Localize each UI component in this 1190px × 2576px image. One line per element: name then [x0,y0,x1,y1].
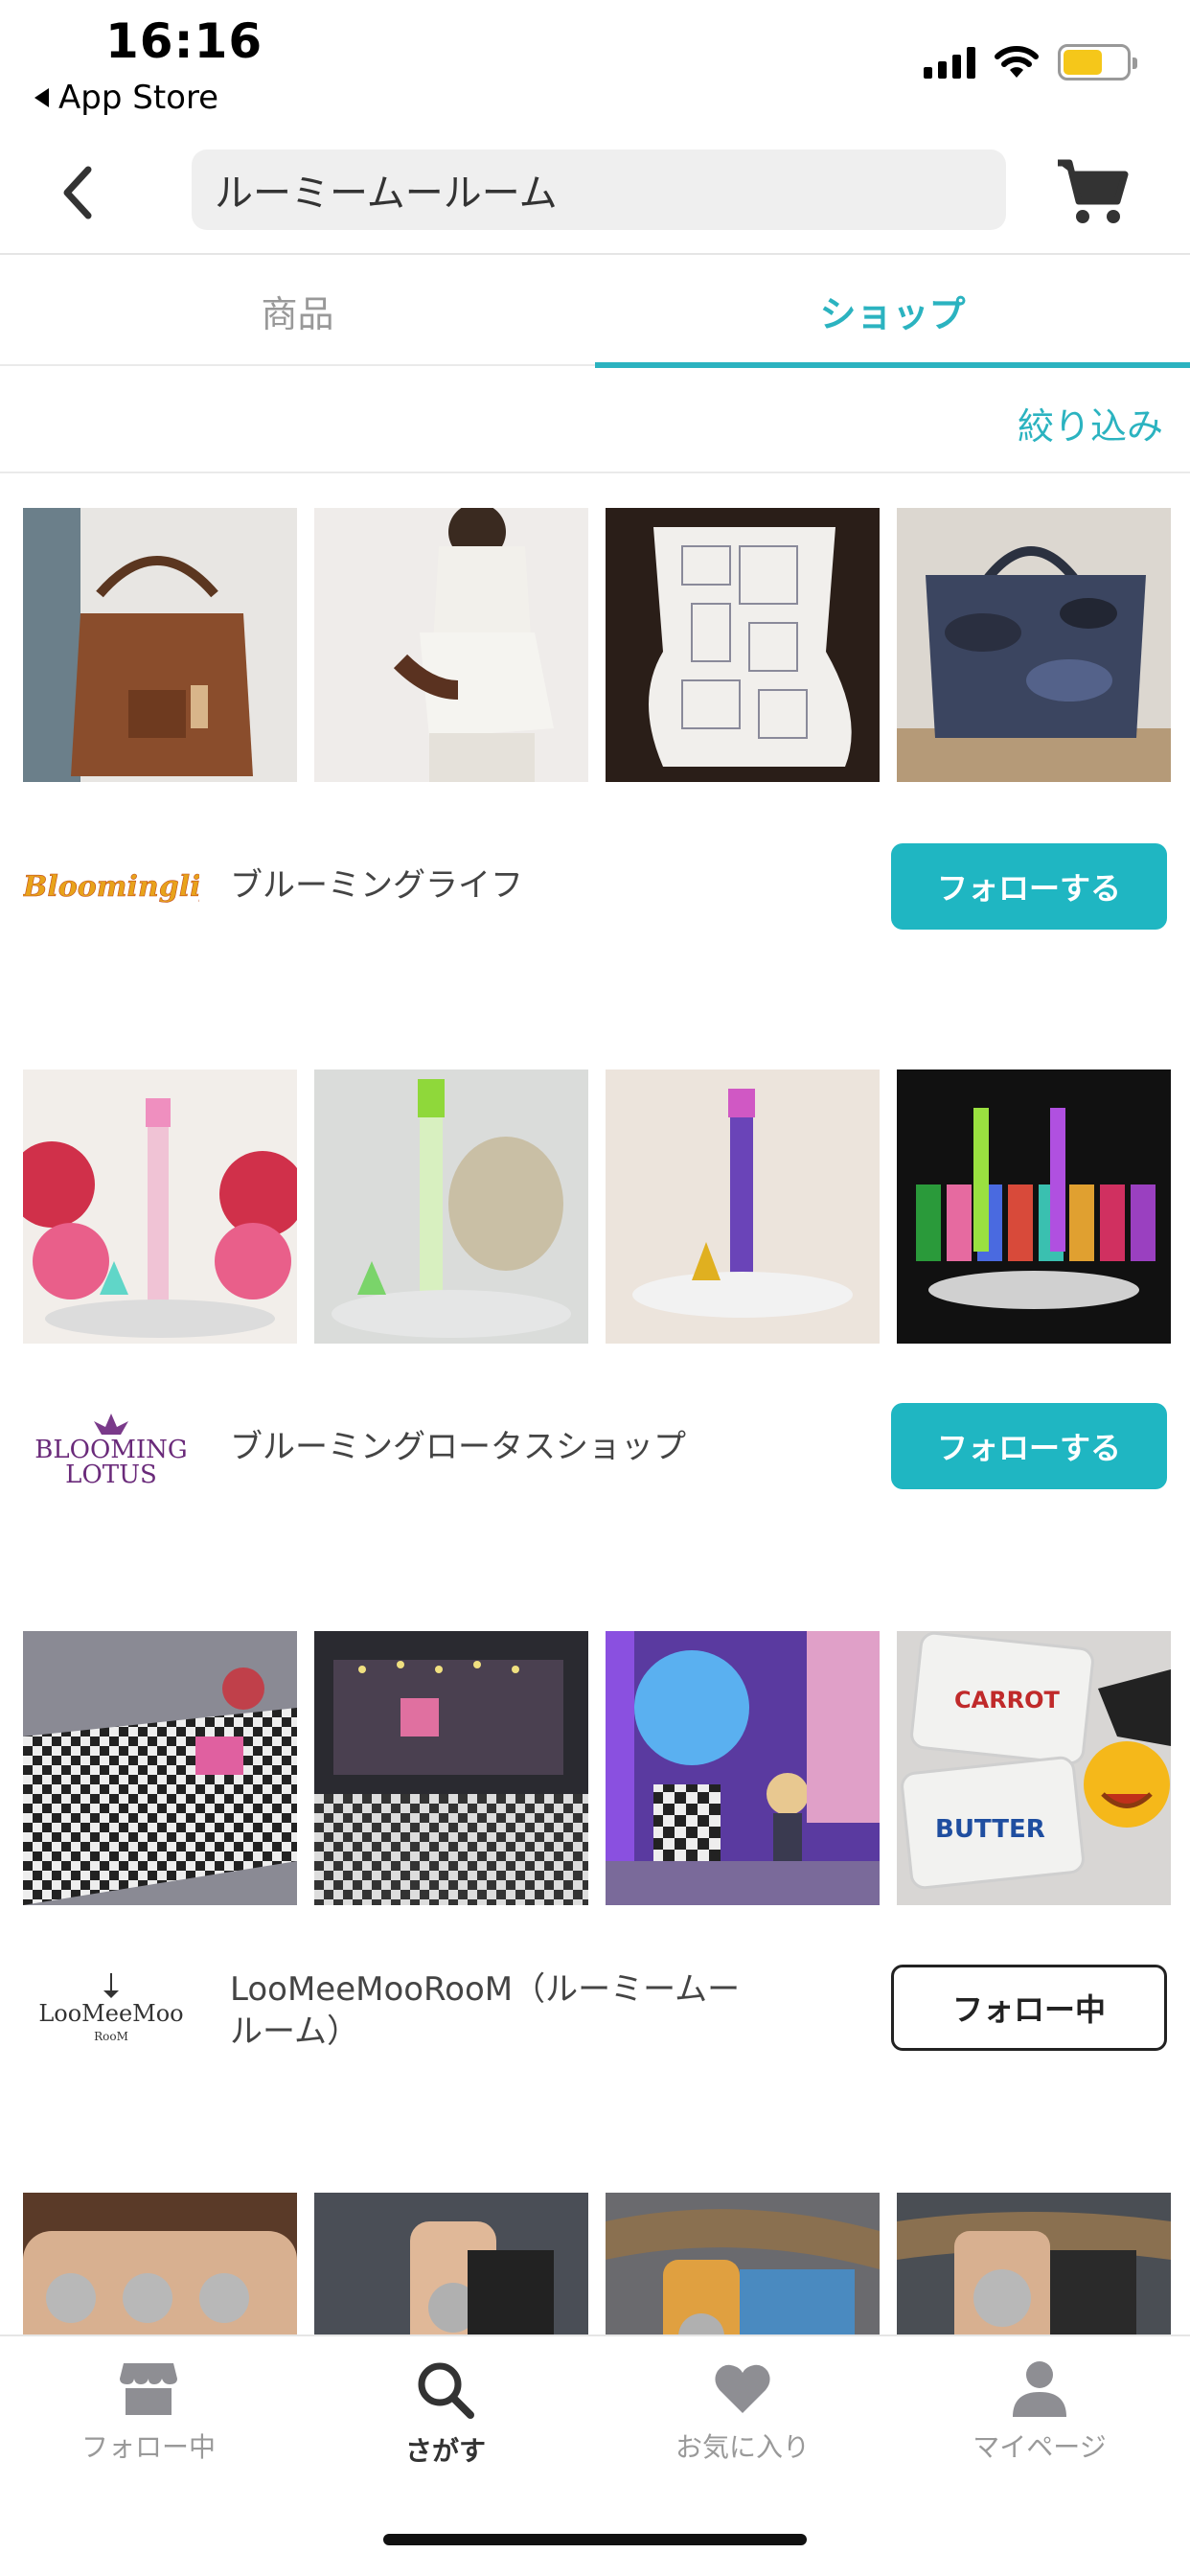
result-tabs: 商品 ショップ [0,255,1190,368]
back-to-app-store[interactable]: App Store [34,79,218,117]
back-app-label: App Store [58,79,219,117]
back-triangle-icon [34,88,49,107]
battery-icon [1058,44,1137,80]
shop-name[interactable]: ブルーミングロータスショップ [230,1426,767,1468]
back-button[interactable] [48,159,105,226]
shop-thumbnails: CARROT BUTTER [23,1631,1171,1905]
cart-icon [1058,159,1129,223]
svg-text:CARROT: CARROT [954,1687,1061,1714]
shop-logo: LooMeeMoo RooM [23,1966,199,2053]
svg-text:Bloominglife: Bloominglife [23,870,199,904]
home-indicator [383,2534,807,2545]
product-thumbnail[interactable] [606,1631,880,1905]
bottom-tab-label: マイページ [973,2431,1107,2463]
product-thumbnail[interactable] [23,1631,297,1905]
shop-thumbnails [23,508,1171,782]
cellular-signal-icon [924,46,975,79]
shop-name[interactable]: LooMeeMooRooM（ルーミームールーム） [230,1968,767,2053]
search-field[interactable] [192,150,1006,230]
svg-text:LOTUS: LOTUS [65,1460,157,1486]
product-thumbnail[interactable] [897,1070,1171,1344]
search-input[interactable] [192,150,1006,230]
bottom-tab-mypage[interactable]: マイページ [891,2359,1188,2465]
svg-text:LooMeeMoo: LooMeeMoo [38,2000,183,2027]
bottom-tab-label: お気に入り [675,2431,810,2463]
filter-button[interactable]: 絞り込み [1018,397,1163,449]
product-thumbnail[interactable] [897,508,1171,782]
store-icon [120,2363,177,2415]
product-thumbnail[interactable] [23,508,297,782]
shop-name[interactable]: ブルーミングライフ [230,864,767,907]
product-thumbnail[interactable] [314,1070,588,1344]
tab-products[interactable]: 商品 [0,255,595,366]
bottom-tab-favorites[interactable]: お気に入り [594,2359,891,2465]
status-icons [924,44,1137,80]
follow-button[interactable]: フォローする [891,843,1167,930]
following-button[interactable]: フォロー中 [891,1965,1167,2051]
cart-button[interactable] [1054,155,1131,228]
wifi-icon [995,46,1039,78]
product-thumbnail[interactable] [606,508,880,782]
shop-logo: BLOOMING LOTUS [23,1405,199,1491]
svg-text:BUTTER: BUTTER [935,1815,1045,1844]
status-bar: 16:16 App Store [0,0,1190,125]
product-thumbnail[interactable] [606,1070,880,1344]
shop-logo: Bloominglife [23,843,199,930]
person-icon [1013,2361,1066,2417]
follow-button[interactable]: フォローする [891,1403,1167,1489]
filter-row: 絞り込み [0,368,1190,473]
heart-icon [715,2364,770,2413]
bottom-tab-label: さがす [404,2435,486,2467]
svg-text:RooM: RooM [94,2030,128,2043]
product-thumbnail[interactable] [314,508,588,782]
shop-thumbnails [23,1070,1171,1344]
bottom-tab-following[interactable]: フォロー中 [0,2359,297,2465]
chevron-left-icon [63,166,92,219]
tab-shops[interactable]: ショップ [595,255,1190,368]
product-thumbnail[interactable] [23,1070,297,1344]
bottom-tab-search[interactable]: さがす [297,2359,594,2469]
search-icon [418,2362,474,2419]
product-thumbnail[interactable]: CARROT BUTTER [897,1631,1171,1905]
product-thumbnail[interactable] [314,1631,588,1905]
bottom-tab-label: フォロー中 [80,2431,216,2463]
search-header [0,134,1190,255]
status-time: 16:16 [105,13,263,69]
